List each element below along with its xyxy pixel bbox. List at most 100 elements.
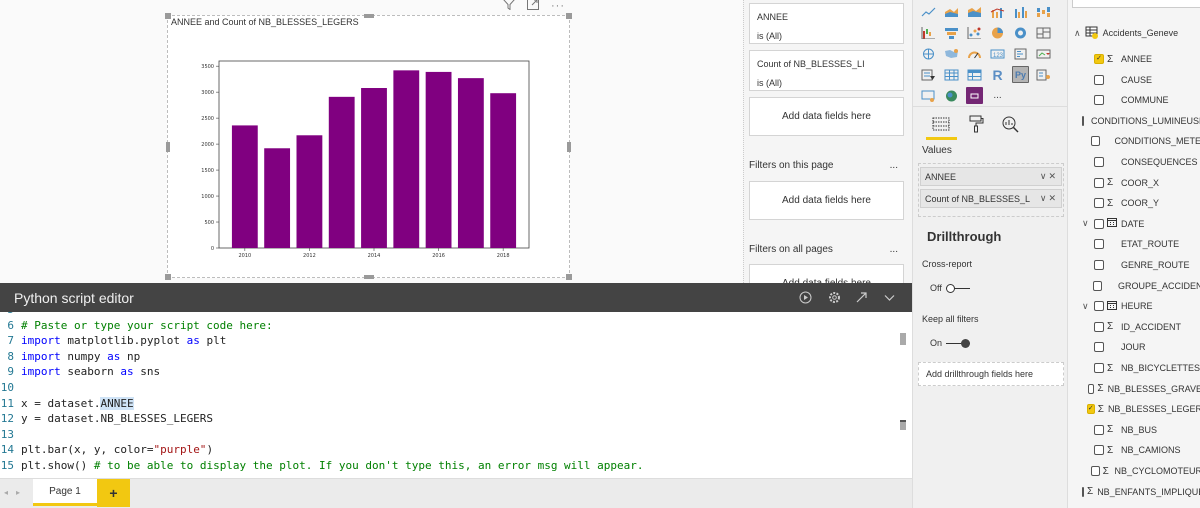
field-item[interactable]: GENRE_ROUTE — [1068, 255, 1200, 275]
filter-icon[interactable] — [503, 0, 515, 13]
add-drillthrough-fields[interactable]: Add drillthrough fields here — [918, 362, 1064, 386]
kpi-icon[interactable] — [1035, 45, 1052, 62]
field-checkbox[interactable] — [1094, 445, 1104, 456]
field-checkbox[interactable] — [1094, 95, 1104, 106]
field-item[interactable]: Σ NB_ENFANTS_IMPLIQUES — [1068, 482, 1200, 502]
chevron-down-icon[interactable]: ∨ — [1082, 301, 1094, 312]
field-item[interactable]: Σ NB_BICYCLETTES — [1068, 358, 1200, 378]
field-checkbox[interactable] — [1094, 342, 1104, 353]
more-options-icon[interactable]: ... — [890, 160, 898, 171]
values-well[interactable]: ANNEE ∨✕ Count of NB_BLESSES_L ∨✕ — [918, 163, 1064, 217]
field-item[interactable]: Σ COOR_X — [1068, 173, 1200, 193]
stacked-area-icon[interactable] — [966, 3, 983, 20]
area-chart-icon[interactable] — [943, 3, 960, 20]
line-clustered-column-icon[interactable] — [1012, 3, 1029, 20]
field-item[interactable]: Σ COOR_Y — [1068, 193, 1200, 213]
field-item[interactable]: COMMUNE — [1068, 90, 1200, 110]
python-visual[interactable]: ANNEE and Count of NB_BLESSES_LEGERS 0 50… — [165, 13, 572, 280]
field-checkbox[interactable] — [1094, 260, 1104, 270]
add-page-filter-field[interactable]: Add data fields here — [749, 181, 904, 220]
field-checkbox[interactable] — [1094, 424, 1104, 435]
chevron-up-icon[interactable]: ∧ — [1074, 28, 1081, 39]
multi-row-card-icon[interactable] — [1012, 45, 1029, 62]
add-visual-filter-field[interactable]: Add data fields here — [749, 97, 904, 136]
add-page-button[interactable]: + — [97, 479, 130, 507]
field-checkbox[interactable] — [1091, 136, 1100, 147]
scatter-chart-icon[interactable] — [966, 24, 983, 41]
code-line[interactable]: 13 — [0, 428, 21, 444]
focus-mode-icon[interactable] — [527, 0, 539, 13]
pie-chart-icon[interactable] — [989, 24, 1006, 41]
field-item[interactable]: ∨ DATE — [1068, 214, 1200, 234]
code-line[interactable]: 10 — [0, 381, 21, 397]
settings-icon[interactable] — [826, 289, 842, 305]
field-item[interactable]: Σ NB_BLESSES_GRAVES — [1068, 379, 1200, 399]
filled-map-icon[interactable] — [943, 45, 960, 62]
report-canvas[interactable]: ANNEE and Count of NB_BLESSES_LEGERS 0 50… — [0, 0, 743, 283]
code-area[interactable]: 5 6 # Paste or type your script code here:… — [0, 312, 912, 478]
field-item[interactable]: ✓ Σ NB_BLESSES_LEGERS — [1068, 399, 1200, 419]
field-checkbox[interactable] — [1092, 280, 1102, 291]
power-apps-icon[interactable] — [966, 87, 983, 104]
funnel-icon[interactable] — [943, 24, 960, 41]
field-checkbox[interactable] — [1082, 486, 1084, 497]
field-item[interactable]: Σ NB_CAMIONS — [1068, 440, 1200, 460]
table-icon[interactable] — [943, 66, 960, 83]
line-column-icon[interactable] — [989, 3, 1006, 20]
donut-chart-icon[interactable] — [1012, 24, 1029, 41]
field-item[interactable]: CONSEQUENCES — [1068, 152, 1200, 172]
field-checkbox[interactable] — [1094, 321, 1104, 332]
field-checkbox[interactable] — [1094, 239, 1104, 250]
page-tab[interactable]: Page 1 — [33, 479, 97, 506]
waterfall-icon[interactable] — [920, 24, 937, 41]
field-item[interactable]: Σ ID_ACCIDENT — [1068, 317, 1200, 337]
expand-icon[interactable] — [853, 289, 869, 305]
field-item[interactable]: ETAT_ROUTE — [1068, 234, 1200, 254]
field-item[interactable]: CONDITIONS_METEO — [1068, 131, 1200, 151]
field-item[interactable]: CONDITIONS_LUMINEUSES — [1068, 111, 1200, 131]
filter-card-annee[interactable]: ANNEE is (All) — [749, 3, 904, 44]
code-line[interactable]: 12 y = dataset.NB_BLESSES_LEGERS — [0, 412, 213, 428]
value-field-annee[interactable]: ANNEE ∨✕ — [920, 167, 1062, 186]
scrollbar-marker[interactable] — [900, 420, 906, 430]
close-icon[interactable]: ✕ — [1048, 193, 1058, 203]
field-item[interactable]: JOUR — [1068, 337, 1200, 357]
field-checkbox[interactable]: ✓ — [1094, 54, 1104, 64]
field-checkbox[interactable] — [1094, 177, 1104, 188]
field-item[interactable]: Σ NB_CYCLOMOTEURS — [1068, 461, 1200, 481]
page-nav-arrows[interactable]: ◂▸ — [4, 488, 28, 497]
fields-tab-icon[interactable] — [928, 113, 954, 135]
field-item[interactable]: ∨ HEURE — [1068, 296, 1200, 316]
field-checkbox[interactable] — [1082, 115, 1084, 126]
field-checkbox[interactable] — [1094, 198, 1104, 209]
code-line[interactable]: 14 plt.bar(x, y, color="purple") — [0, 443, 213, 459]
field-checkbox[interactable] — [1094, 301, 1104, 312]
more-options-icon[interactable]: ··· — [551, 0, 565, 12]
field-checkbox[interactable] — [1094, 74, 1104, 85]
r-visual-icon[interactable]: R — [989, 66, 1006, 83]
card-icon[interactable]: 123 — [989, 45, 1006, 62]
field-item[interactable]: GROUPE_ACCIDENT — [1068, 276, 1200, 296]
slicer-icon[interactable] — [920, 66, 937, 83]
field-checkbox[interactable] — [1091, 466, 1100, 476]
fields-search-input[interactable]: Search — [1072, 0, 1200, 8]
code-line[interactable]: 11 x = dataset.ANNEE — [0, 396, 134, 413]
arcgis-map-icon[interactable] — [943, 87, 960, 104]
analytics-magnifier-icon[interactable] — [997, 113, 1023, 135]
code-line[interactable]: 6 # Paste or type your script code here: — [0, 319, 272, 335]
field-checkbox[interactable] — [1094, 157, 1104, 167]
code-line[interactable]: 5 — [0, 312, 21, 319]
scrollbar-marker[interactable] — [900, 333, 906, 345]
field-item[interactable]: CAUSE — [1068, 70, 1200, 90]
field-item[interactable]: Σ NB_BUS — [1068, 420, 1200, 440]
value-field-count[interactable]: Count of NB_BLESSES_L ∨✕ — [920, 189, 1062, 208]
treemap-icon[interactable] — [1035, 24, 1052, 41]
table-accidents-geneve[interactable]: ∧ Accidents_Geneve — [1074, 25, 1178, 41]
map-icon[interactable] — [920, 45, 937, 62]
python-visual-icon[interactable]: Py — [1012, 66, 1029, 83]
more-visuals-icon[interactable]: ... — [989, 87, 1006, 104]
gauge-icon[interactable] — [966, 45, 983, 62]
cross-report-toggle[interactable]: Off — [930, 283, 970, 293]
field-checkbox[interactable] — [1094, 218, 1104, 229]
matrix-icon[interactable] — [966, 66, 983, 83]
